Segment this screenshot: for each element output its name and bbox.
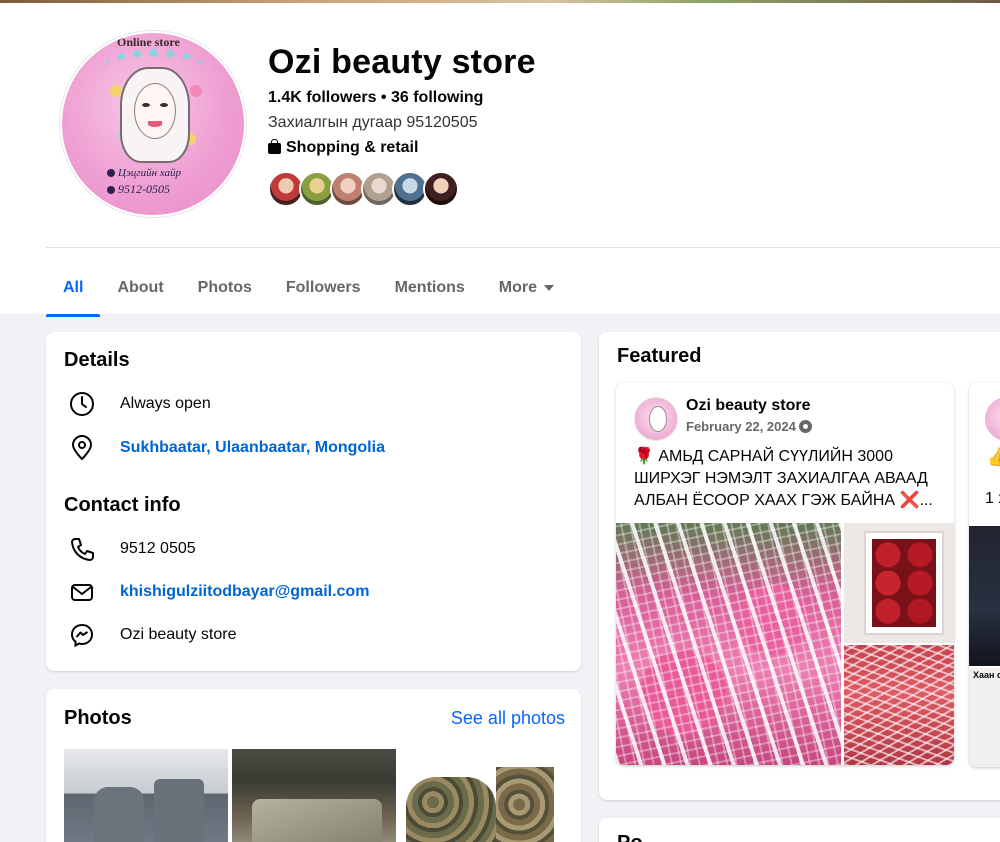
facebook-icon <box>107 169 115 177</box>
tab-label: About <box>117 279 164 296</box>
posts-card: Po <box>599 818 1000 842</box>
red-roses-shape <box>872 539 936 627</box>
tab-label: All <box>63 279 84 296</box>
follower-avatars[interactable] <box>268 171 459 207</box>
instagram-icon <box>107 185 115 194</box>
post2-image-caption-area: Хаан сар <box>969 668 1000 767</box>
profile-tabs: All About Photos Followers Mentions More <box>46 259 571 317</box>
cross-emoji-icon: ❌ <box>899 492 920 509</box>
photo-thumbnail[interactable] <box>64 749 228 842</box>
phone-icon <box>68 535 96 563</box>
tab-label: More <box>498 279 538 296</box>
avatar-phone-line: 9512-0505 <box>107 182 170 197</box>
messenger-text[interactable]: Ozi beauty store <box>120 626 237 644</box>
map-pin-icon <box>68 434 96 462</box>
profile-header: Online store Цэцгийн хайр 9512-0505 Ozi … <box>0 3 1000 317</box>
photo-thumbnail[interactable] <box>400 749 564 842</box>
clock-icon <box>68 390 96 418</box>
email-link[interactable]: khishigulziitodbayar@gmail.com <box>120 583 369 601</box>
portrait-eye <box>142 103 150 107</box>
audience-icon <box>798 420 812 433</box>
post-image-rose-box[interactable] <box>844 523 954 643</box>
profile-avatar[interactable]: Online store Цэцгийн хайр 9512-0505 <box>60 31 246 217</box>
header-divider <box>46 247 1000 248</box>
featured-title: Featured <box>617 345 702 367</box>
post-author-avatar[interactable] <box>985 397 1000 441</box>
page-category: Shopping & retail <box>268 139 418 157</box>
tab-label: Followers <box>285 279 361 296</box>
flower-icon <box>190 85 202 97</box>
hours-text: Always open <box>120 395 211 412</box>
tab-all[interactable]: All <box>46 259 101 317</box>
details-title: Details <box>64 349 130 371</box>
caret-down-icon <box>544 285 555 291</box>
post-text: 🌹 АМЬД САРНАЙ СҮҮЛИЙН 3000 ШИРХЭГ НЭМЭЛТ… <box>634 446 936 512</box>
thumbs-emoji-icon: 👍 <box>987 447 1000 467</box>
tab-about[interactable]: About <box>100 259 180 317</box>
post-date-text[interactable]: February 22, 2024 <box>686 419 796 434</box>
jacket-shape <box>94 787 144 842</box>
phone-text: 9512 0505 <box>120 540 196 557</box>
page-intro-text: Захиалгын дугаар 95120505 <box>268 114 478 131</box>
followers-link[interactable]: 1.4K followers <box>268 89 376 106</box>
portrait-mouth <box>148 121 162 127</box>
tab-more[interactable]: More <box>482 259 571 317</box>
follow-separator: • <box>376 89 391 106</box>
post-author-avatar[interactable] <box>634 397 678 441</box>
tab-mentions[interactable]: Mentions <box>378 259 482 317</box>
avatar-fb-text: Цэцгийн хайр <box>118 167 182 179</box>
post-ellipsis[interactable]: ... <box>919 492 932 509</box>
avatar-phone-text: 9512-0505 <box>118 182 170 196</box>
featured-post-2[interactable]: 👍 1 х Хаан сар <box>969 383 1000 767</box>
post2-caption: Хаан сар <box>973 670 1000 680</box>
post-image-roses-net[interactable] <box>616 523 841 765</box>
email-row: khishigulziitodbayar@gmail.com <box>68 578 369 606</box>
portrait-face <box>134 83 176 139</box>
avatar-facebook-line: Цэцгийн хайр <box>107 167 181 179</box>
camo-pants-shape <box>496 767 554 842</box>
location-link[interactable]: Sukhbaatar, Ulaanbaatar, Mongolia <box>120 439 385 457</box>
category-label: Shopping & retail <box>286 139 419 156</box>
post-author-name[interactable]: Ozi beauty store <box>686 397 810 415</box>
following-link[interactable]: 36 following <box>391 89 483 106</box>
details-card: Details Always open Sukhbaatar, Ulaanbaa… <box>46 332 581 671</box>
messenger-icon <box>68 621 96 649</box>
avatar-ribbon-text: Online store <box>117 35 180 49</box>
tab-followers[interactable]: Followers <box>269 259 378 317</box>
photos-card: Photos See all photos <box>46 689 581 842</box>
location-row: Sukhbaatar, Ulaanbaatar, Mongolia <box>68 434 385 462</box>
tab-label: Mentions <box>394 279 465 296</box>
follow-counts: 1.4K followers • 36 following <box>268 89 483 107</box>
package-shape <box>252 799 382 842</box>
portrait-eye <box>160 103 168 107</box>
see-all-photos-link[interactable]: See all photos <box>451 708 565 729</box>
page-title: Ozi beauty store <box>268 43 536 81</box>
tab-label: Photos <box>197 279 252 296</box>
camo-jacket-shape <box>406 777 496 842</box>
posts-title: Po <box>617 832 643 842</box>
post-image-rose-bundles[interactable] <box>844 645 954 765</box>
photos-title: Photos <box>64 707 132 729</box>
phone-row: 9512 0505 <box>68 535 196 563</box>
briefcase-icon <box>268 139 281 154</box>
photo-thumbnail[interactable] <box>232 749 396 842</box>
post-body: АМЬД САРНАЙ СҮҮЛИЙН 3000 ШИРХЭГ НЭМЭЛТ З… <box>634 448 928 509</box>
mail-icon <box>68 578 96 606</box>
hours-row: Always open <box>68 390 211 418</box>
pants-shape <box>154 779 204 842</box>
post2-text-peek: 1 х <box>985 490 1000 507</box>
rose-emoji-icon: 🌹 <box>634 448 654 465</box>
follower-avatar[interactable] <box>423 171 459 207</box>
tab-photos[interactable]: Photos <box>181 259 269 317</box>
messenger-row: Ozi beauty store <box>68 621 237 649</box>
post-date: February 22, 2024 <box>686 419 812 434</box>
post2-image[interactable] <box>969 526 1000 666</box>
contact-info-title: Contact info <box>64 494 181 516</box>
featured-post[interactable]: Ozi beauty store February 22, 2024 🌹 АМЬ… <box>616 383 954 765</box>
